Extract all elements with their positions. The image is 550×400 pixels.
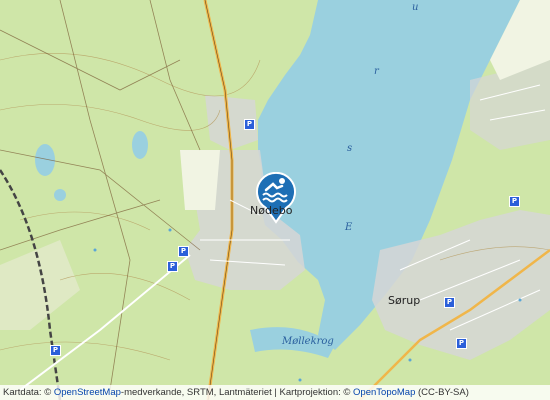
- lake-letter: E: [345, 222, 353, 233]
- attribution-suffix: (CC-BY-SA): [418, 387, 469, 398]
- town-label-nodebo: Nødebo: [250, 204, 293, 217]
- parking-icon: P: [509, 196, 520, 207]
- field: [180, 150, 220, 210]
- lake-letter: s: [347, 143, 353, 154]
- bay-label-mollekrog: Møllekrog: [282, 336, 334, 347]
- osm-link[interactable]: OpenStreetMap: [54, 387, 121, 398]
- parking-icon: P: [167, 261, 178, 272]
- parking-icon: P: [456, 338, 467, 349]
- town-label-sorup: Sørup: [388, 294, 421, 307]
- parking-icon: P: [444, 297, 455, 308]
- field: [0, 240, 80, 330]
- parking-icon: P: [178, 246, 189, 257]
- attribution-mid: -medverkande, SRTM, Lantmäteriet | Kartp…: [120, 387, 351, 398]
- pond: [54, 189, 66, 201]
- pond: [132, 131, 148, 159]
- attribution-prefix: Kartdata: ©: [3, 387, 52, 398]
- lake-letter: u: [412, 2, 419, 13]
- attribution-bar: Kartdata: © OpenStreetMap-medverkande, S…: [0, 385, 550, 400]
- lake-letter: r: [374, 66, 379, 77]
- opentopomap-link[interactable]: OpenTopoMap: [353, 387, 415, 398]
- map-view[interactable]: Sørup Møllekrog E s r u P P P P P P P Nø…: [0, 0, 550, 400]
- parking-icon: P: [50, 345, 61, 356]
- parking-icon: P: [244, 119, 255, 130]
